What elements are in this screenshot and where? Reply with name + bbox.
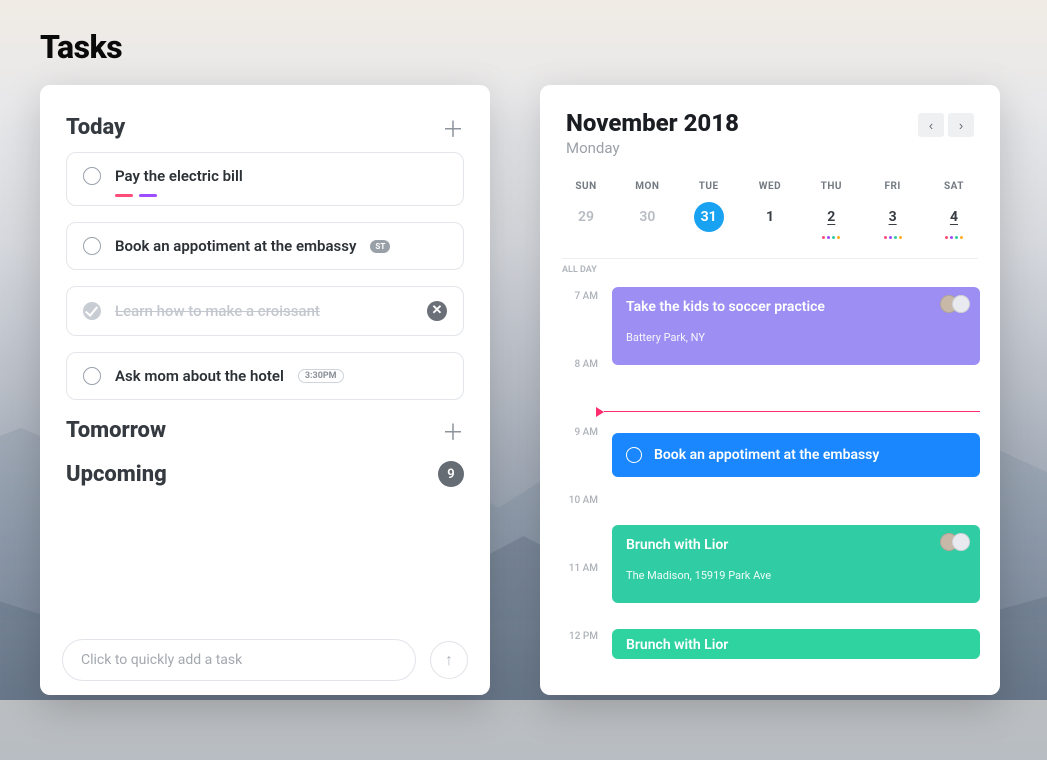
current-time-indicator	[604, 411, 980, 412]
calendar-prev-button[interactable]: ‹	[918, 113, 944, 137]
day-column[interactable]: SAT 4	[930, 181, 978, 240]
upcoming-count-badge: 9	[438, 461, 464, 487]
event-circle-icon	[626, 447, 642, 463]
add-task-tomorrow-button[interactable]: ＋	[442, 420, 464, 442]
task-row[interactable]: Pay the electric bill	[66, 152, 464, 206]
event-dots	[807, 236, 855, 240]
section-today: Today ＋ Pay the electric bill Book an ap…	[40, 115, 490, 400]
tasks-panel: Today ＋ Pay the electric bill Book an ap…	[40, 85, 490, 695]
task-list-today: Pay the electric bill Book an appotiment…	[40, 140, 490, 400]
day-of-week-label: WED	[746, 181, 794, 192]
task-title: Book an appotiment at the embassy	[115, 237, 356, 255]
event-title: Brunch with Lior	[626, 537, 966, 553]
day-of-week-label: MON	[623, 181, 671, 192]
day-of-week-label: THU	[807, 181, 855, 192]
event-dots	[869, 236, 917, 240]
event-avatars	[946, 533, 970, 551]
task-remove-button[interactable]: ✕	[427, 301, 447, 321]
calendar-event[interactable]: Brunch with Lior The Madison, 15919 Park…	[612, 525, 980, 603]
task-row[interactable]: Learn how to make a croissant ✕	[66, 286, 464, 336]
task-checkbox[interactable]	[83, 167, 101, 185]
task-tag	[115, 194, 133, 197]
time-label: 11 AM	[540, 563, 598, 574]
task-badge: ST	[370, 240, 390, 253]
task-row[interactable]: Ask mom about the hotel 3:30PM	[66, 352, 464, 400]
day-column[interactable]: SUN 29	[562, 181, 610, 240]
task-checkbox[interactable]	[83, 237, 101, 255]
day-of-week-label: SAT	[930, 181, 978, 192]
day-number[interactable]: 3	[878, 202, 908, 232]
week-row: SUN 29 MON 30 TUE 31 WED 1 THU 2 FRI	[540, 157, 1000, 240]
day-number[interactable]: 30	[632, 202, 662, 232]
task-tag	[139, 194, 157, 197]
day-of-week-label: SUN	[562, 181, 610, 192]
task-tags	[115, 194, 157, 197]
day-number[interactable]: 4	[939, 202, 969, 232]
task-checkbox[interactable]	[83, 302, 101, 320]
day-column[interactable]: WED 1	[746, 181, 794, 240]
timeline: 7 AM 8 AM 9 AM 10 AM 11 AM 12 PM Take th…	[540, 283, 1000, 683]
close-icon: ✕	[432, 303, 443, 318]
event-title: Book an appotiment at the embassy	[654, 447, 879, 463]
calendar-event[interactable]: Book an appotiment at the embassy	[612, 433, 980, 477]
calendar-nav: ‹ ›	[918, 113, 974, 137]
task-title: Learn how to make a croissant	[115, 302, 320, 320]
event-title: Brunch with Lior	[626, 637, 966, 653]
chevron-left-icon: ‹	[929, 118, 933, 133]
task-time-pill: 3:30PM	[298, 369, 344, 383]
day-number[interactable]: 1	[755, 202, 785, 232]
page-title: Tasks	[40, 28, 122, 66]
time-label: 7 AM	[540, 291, 598, 302]
day-number[interactable]: 2	[816, 202, 846, 232]
quick-add-input[interactable]: Click to quickly add a task	[62, 639, 416, 681]
section-title-upcoming: Upcoming	[66, 462, 167, 487]
time-label: 10 AM	[540, 495, 598, 506]
time-label: 9 AM	[540, 427, 598, 438]
quick-add-submit-button[interactable]: ↑	[430, 641, 468, 679]
task-title: Pay the electric bill	[115, 167, 243, 185]
task-title: Ask mom about the hotel	[115, 367, 284, 385]
all-day-label: ALL DAY	[540, 259, 1000, 275]
section-title-today: Today	[66, 115, 125, 140]
section-tomorrow: Tomorrow ＋	[40, 418, 490, 443]
event-title: Take the kids to soccer practice	[626, 299, 966, 315]
section-upcoming: Upcoming 9	[40, 461, 490, 487]
add-task-today-button[interactable]: ＋	[442, 117, 464, 139]
time-label: 8 AM	[540, 359, 598, 370]
calendar-subtitle: Monday	[566, 139, 918, 157]
day-column[interactable]: FRI 3	[869, 181, 917, 240]
time-label: 12 PM	[540, 631, 598, 642]
day-of-week-label: FRI	[869, 181, 917, 192]
event-location: The Madison, 15919 Park Ave	[626, 569, 966, 582]
quick-add-bar: Click to quickly add a task ↑	[62, 639, 468, 681]
calendar-next-button[interactable]: ›	[948, 113, 974, 137]
event-avatars	[946, 295, 970, 313]
day-column[interactable]: TUE 31	[685, 181, 733, 240]
section-title-tomorrow: Tomorrow	[66, 418, 166, 443]
event-dots	[930, 236, 978, 240]
day-of-week-label: TUE	[685, 181, 733, 192]
calendar-event[interactable]: Take the kids to soccer practice Battery…	[612, 287, 980, 365]
chevron-right-icon: ›	[959, 118, 963, 133]
task-checkbox[interactable]	[83, 367, 101, 385]
plus-icon: ＋	[442, 415, 464, 447]
day-column[interactable]: MON 30	[623, 181, 671, 240]
event-location: Battery Park, NY	[626, 331, 966, 344]
calendar-title: November 2018	[566, 109, 918, 137]
day-number[interactable]: 29	[571, 202, 601, 232]
calendar-panel: November 2018 Monday ‹ › SUN 29 MON 30 T…	[540, 85, 1000, 695]
day-column[interactable]: THU 2	[807, 181, 855, 240]
plus-icon: ＋	[442, 112, 464, 144]
task-row[interactable]: Book an appotiment at the embassy ST	[66, 222, 464, 270]
day-number[interactable]: 31	[694, 202, 724, 232]
calendar-event[interactable]: Brunch with Lior	[612, 629, 980, 659]
arrow-up-icon: ↑	[445, 650, 453, 670]
